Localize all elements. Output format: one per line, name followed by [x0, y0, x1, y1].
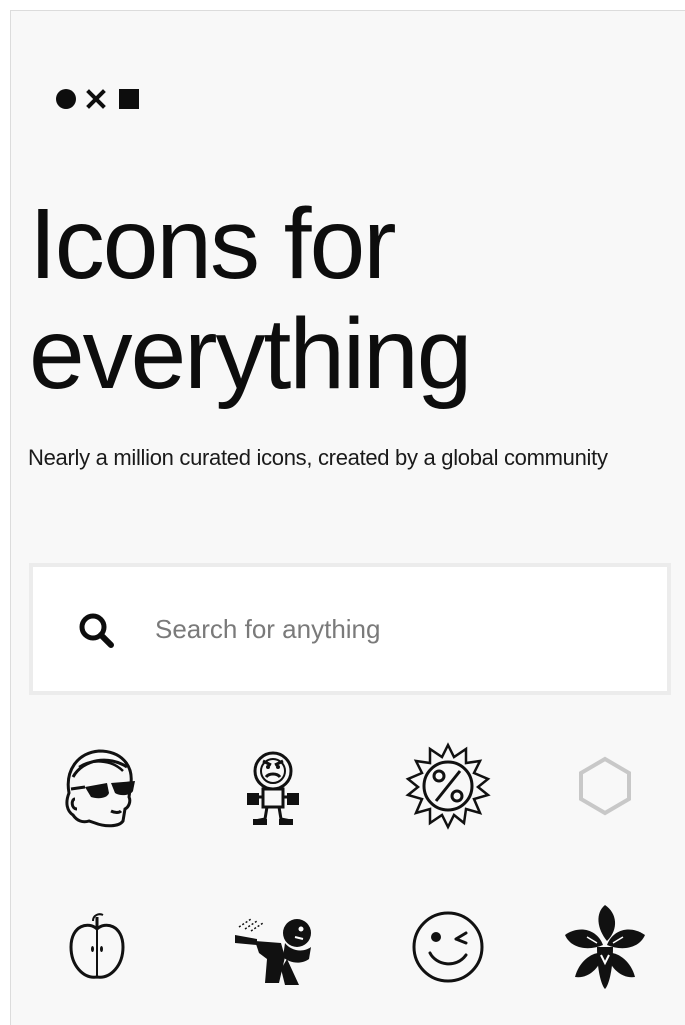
- page: Icons for everything Nearly a million cu…: [10, 10, 685, 1025]
- logo-shapes: [56, 89, 139, 109]
- percent-sun-badge-icon[interactable]: [400, 737, 496, 833]
- angry-robot-icon[interactable]: [225, 737, 321, 833]
- search-input[interactable]: [155, 603, 635, 655]
- icon-grid: [11, 731, 685, 1021]
- person-spraying-icon[interactable]: [225, 899, 321, 995]
- apple-icon[interactable]: [49, 899, 145, 995]
- page-title: Icons for everything: [29, 188, 472, 410]
- hexagon-icon[interactable]: [557, 737, 653, 833]
- orchid-flower-icon[interactable]: [557, 899, 653, 995]
- nounproject-logo-icon[interactable]: [55, 87, 151, 111]
- winking-face-icon[interactable]: [400, 899, 496, 995]
- man-with-sunglasses-icon[interactable]: [49, 737, 145, 833]
- hero-subtitle: Nearly a million curated icons, created …: [28, 445, 608, 470]
- title-line-1: Icons for: [29, 188, 397, 300]
- search-icon[interactable]: [77, 611, 117, 651]
- search-bar[interactable]: [29, 563, 671, 695]
- title-line-2: everything: [29, 298, 472, 410]
